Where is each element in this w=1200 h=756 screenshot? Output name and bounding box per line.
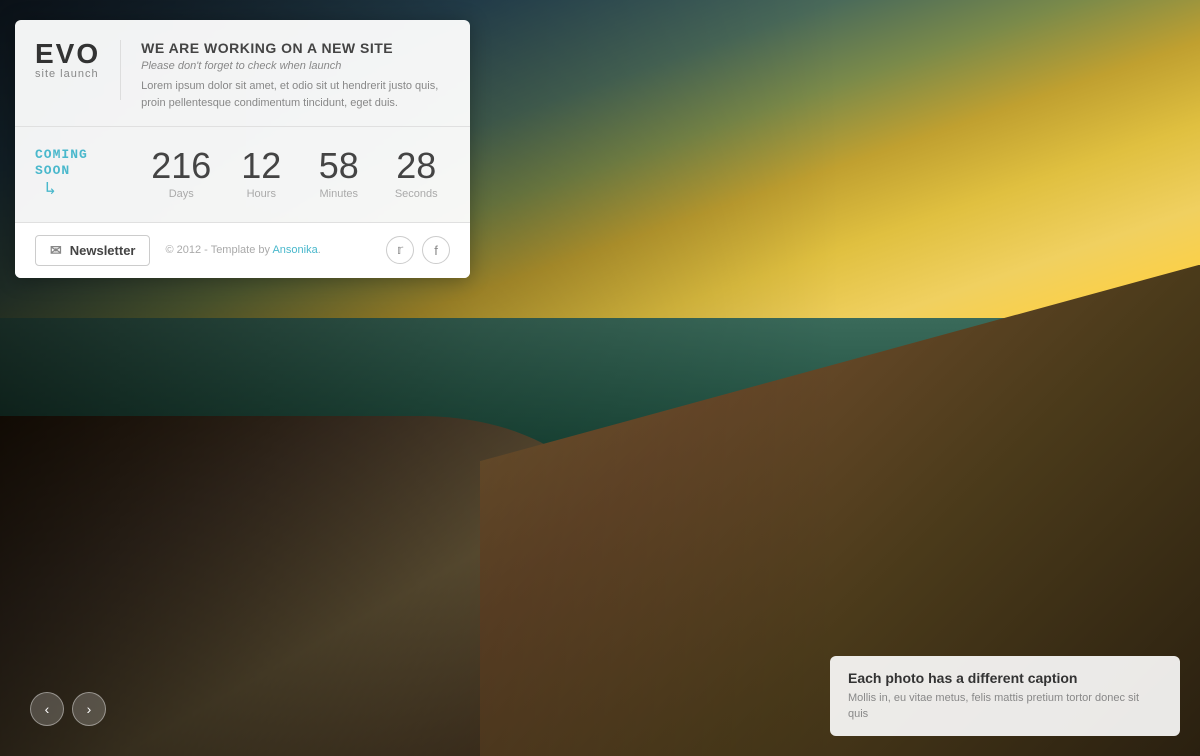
header-title: WE ARE WORKING ON A NEW SITE <box>141 40 450 56</box>
twitter-icon[interactable]: 𝕣 <box>386 236 414 264</box>
countdown-seconds: 28 Seconds <box>389 148 444 200</box>
caption-box: Each photo has a different caption Molli… <box>830 656 1180 736</box>
logo-subtitle: site launch <box>35 68 100 80</box>
prev-button[interactable]: ‹ <box>30 692 64 726</box>
facebook-symbol: f <box>434 243 438 258</box>
countdown-area: COMINGSOON ↳ 216 Days 12 Hours 58 Minute… <box>15 127 470 223</box>
coming-soon-arrow: ↳ <box>45 180 135 202</box>
coming-soon-line1: COMINGSOON <box>35 147 135 178</box>
facebook-icon[interactable]: f <box>422 236 450 264</box>
seconds-number: 28 <box>389 148 444 184</box>
nav-arrows: ‹ › <box>30 692 106 726</box>
copyright-prefix: © 2012 - Template by <box>165 244 272 256</box>
social-icons: 𝕣 f <box>386 236 450 264</box>
vertical-separator <box>120 40 121 100</box>
header-subtitle: Please don't forget to check when launch <box>141 60 450 72</box>
minutes-label: Minutes <box>311 188 366 200</box>
next-icon: › <box>87 701 92 717</box>
header-text: WE ARE WORKING ON A NEW SITE Please don'… <box>141 40 450 111</box>
countdown-minutes: 58 Minutes <box>311 148 366 200</box>
coming-soon-label: COMINGSOON ↳ <box>35 147 135 202</box>
countdown-hours: 12 Hours <box>234 148 289 200</box>
hours-label: Hours <box>234 188 289 200</box>
author-link[interactable]: Ansonika <box>272 244 317 256</box>
newsletter-label: Newsletter <box>70 243 136 258</box>
panel-header: EVO site launch WE ARE WORKING ON A NEW … <box>15 20 470 127</box>
logo-brand: EVO <box>35 40 100 68</box>
twitter-symbol: 𝕣 <box>397 242 403 258</box>
caption-title: Each photo has a different caption <box>848 670 1162 686</box>
prev-icon: ‹ <box>45 701 50 717</box>
next-button[interactable]: › <box>72 692 106 726</box>
countdown-days: 216 Days <box>151 148 211 200</box>
logo-area: EVO site launch <box>35 40 100 80</box>
minutes-number: 58 <box>311 148 366 184</box>
days-label: Days <box>151 188 211 200</box>
seconds-label: Seconds <box>389 188 444 200</box>
countdown-units: 216 Days 12 Hours 58 Minutes 28 Seconds <box>145 148 450 200</box>
newsletter-button[interactable]: ✉ Newsletter <box>35 235 150 266</box>
coming-soon-text: COMINGSOON ↳ <box>35 147 135 202</box>
header-description: Lorem ipsum dolor sit amet, et odio sit … <box>141 78 450 111</box>
mail-icon: ✉ <box>50 242 62 259</box>
copyright-text: © 2012 - Template by Ansonika. <box>165 244 386 256</box>
copyright-suffix: . <box>318 244 321 256</box>
panel-footer: ✉ Newsletter © 2012 - Template by Ansoni… <box>15 223 470 278</box>
days-number: 216 <box>151 148 211 184</box>
main-panel: EVO site launch WE ARE WORKING ON A NEW … <box>15 20 470 278</box>
hours-number: 12 <box>234 148 289 184</box>
caption-text: Mollis in, eu vitae metus, felis mattis … <box>848 691 1162 722</box>
